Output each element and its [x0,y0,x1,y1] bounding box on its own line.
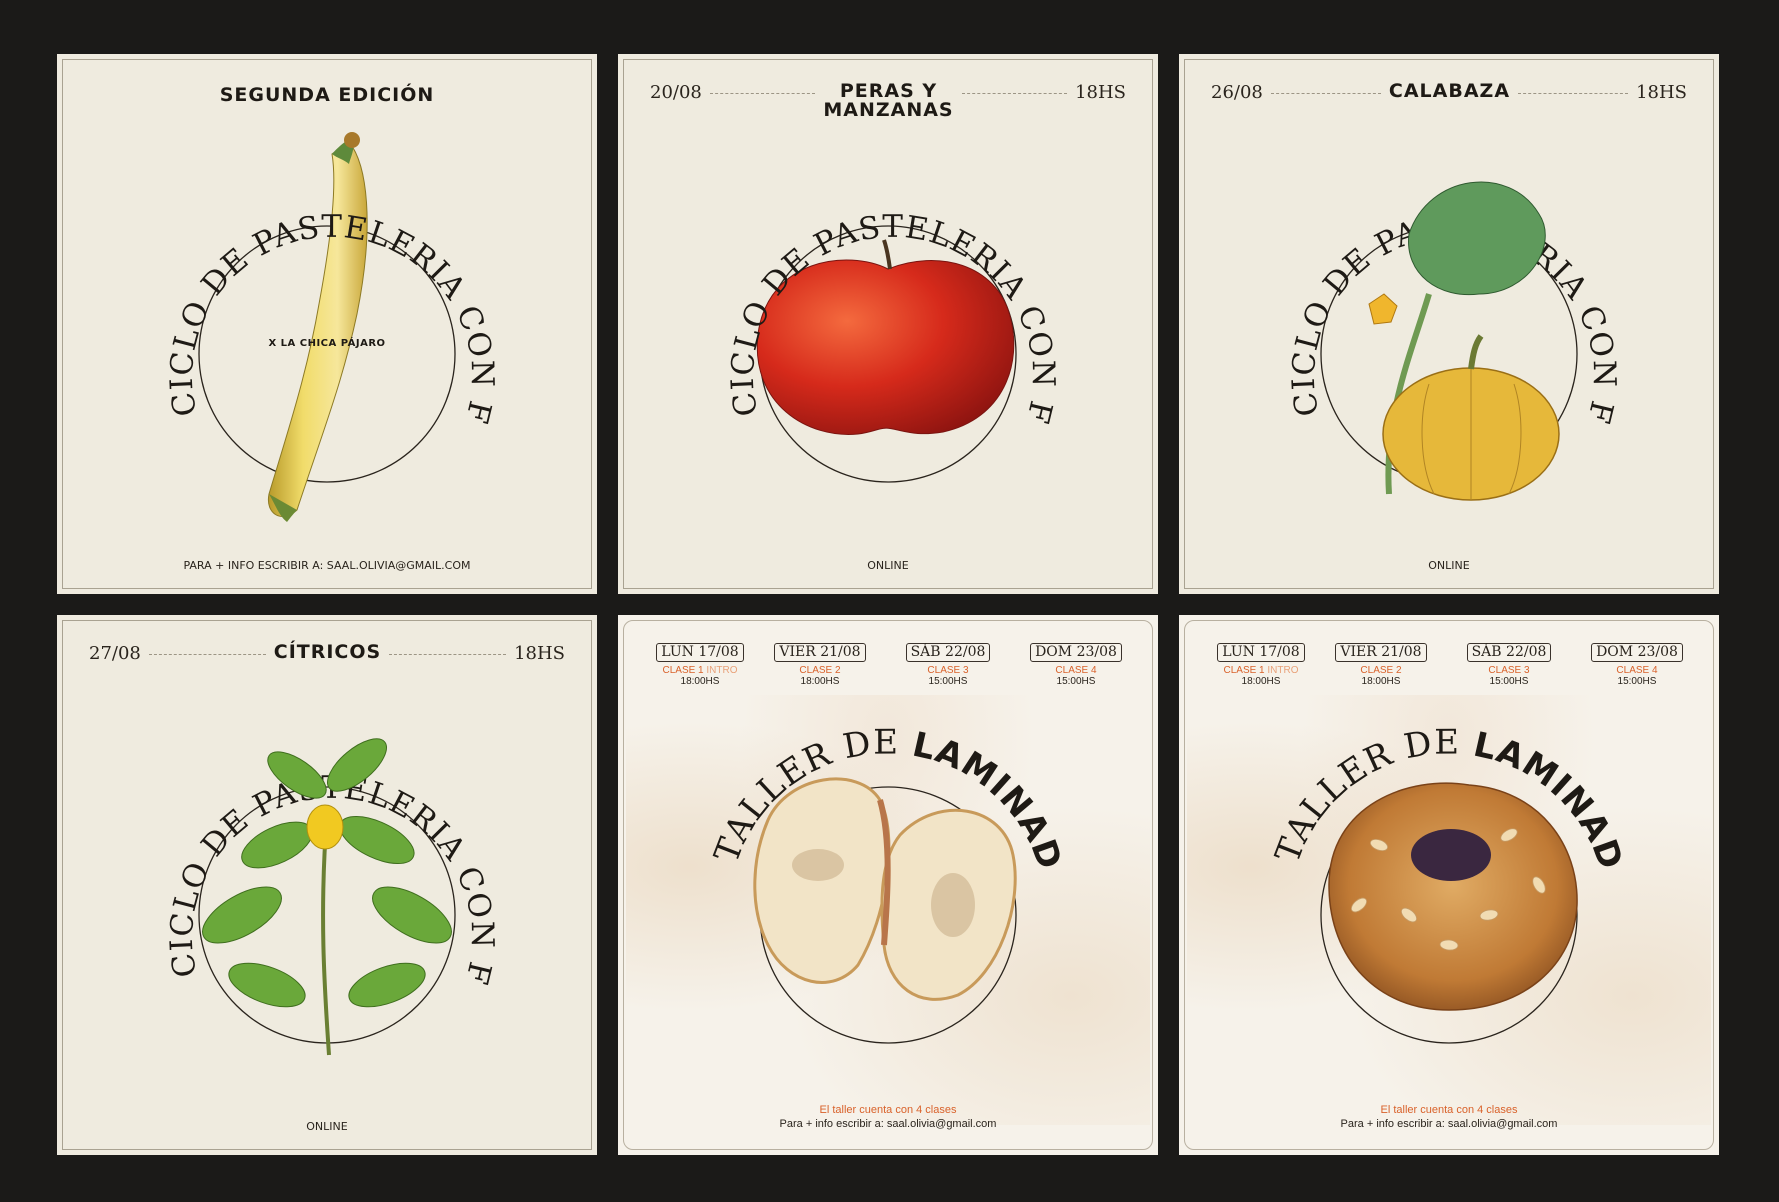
workshop-footer-line1: El taller cuenta con 4 clases [819,1104,957,1116]
svg-text:CICLO DE PASTELERIA CON FRUTXS: CICLO DE PASTELERIA CON FRUTXS [618,54,1061,428]
pumpkin-illustration [1368,181,1560,501]
svg-text:TALLER DE LAMINADOS: TALLER DE LAMINADOS [1179,615,1631,875]
arc-title: TALLER DE LAMINADOS [618,615,1070,875]
post-card-calabaza[interactable]: 26/08 CALABAZA 18HS CICLO DE PASTELERIA … [1179,54,1719,594]
arc-title-text: CICLO DE PASTELERIA CON FRUTXS [618,54,1060,428]
workshop-footer-line1: El taller cuenta con 4 clases [1380,1104,1518,1116]
post-card-citricos[interactable]: 27/08 CÍTRICOS 18HS CICLO DE PASTELERIA … [57,615,597,1155]
workshop-footer-line2: Para + info escribir a: saal.olivia@gmai… [779,1118,997,1130]
workshop-footer: El taller cuenta con 4 clases Para + inf… [618,1103,1158,1131]
post-card-taller-laminados-danish[interactable]: LUN 17/08 CLASE 1 INTRO 18:00HS VIER 21/… [1179,615,1719,1155]
lemon-branch-illustration [202,738,452,1056]
workshop-footer: El taller cuenta con 4 clases Para + inf… [1179,1103,1719,1131]
card-footer: ONLINE [1428,559,1470,572]
post-card-segunda-edicion[interactable]: SEGUNDA EDICIÓN CICLO DE PASTELERIA CON … [57,54,597,594]
badge-name: X LA CHICA PÁJARO [268,338,386,349]
svg-text:TALLER DE LAMINADOS: TALLER DE LAMINADOS [618,615,1070,875]
arc-title: CICLO DE PASTELERIA CON FRUTXS [57,54,500,428]
arc-title: CICLO DE PASTELERIA CON FRUTXS [618,54,1061,428]
post-card-taller-laminados-croissant[interactable]: LUN 17/08 CLASE 1 INTRO 18:00HS VIER 21/… [618,615,1158,1155]
workshop-footer-line2: Para + info escribir a: saal.olivia@gmai… [1340,1118,1558,1130]
arc-title-light: TALLER DE [707,722,915,868]
arc-title-light: TALLER DE [1268,722,1476,868]
post-card-peras-manzanas[interactable]: 20/08 PERAS Y MANZANAS 18HS CICLO DE PAS… [618,54,1158,594]
arc-title-text: CICLO DE PASTELERIA CON FRUTXS [57,54,499,428]
card-footer: ONLINE [867,559,909,572]
card-footer: ONLINE [306,1120,348,1133]
arc-title: TALLER DE LAMINADOS [1179,615,1631,875]
card-footer: PARA + INFO ESCRIBIR A: SAAL.OLIVIA@GMAI… [183,559,471,572]
svg-text:CICLO DE PASTELERIA CON FRUTXS: CICLO DE PASTELERIA CON FRUTXS [57,54,500,428]
